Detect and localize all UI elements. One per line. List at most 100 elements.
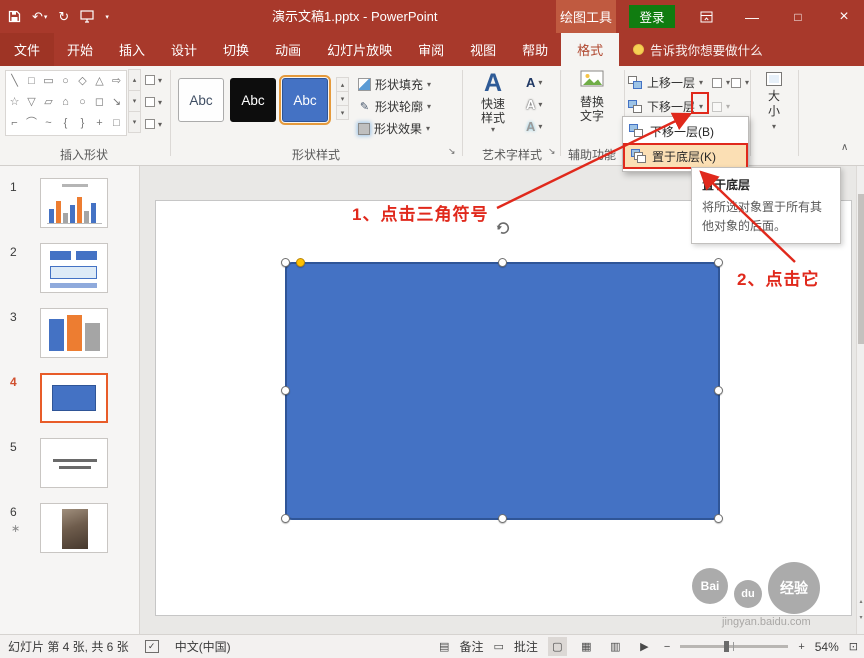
- shape-gallery-item[interactable]: ⌒: [23, 113, 40, 134]
- language-indicator[interactable]: 中文(中国): [175, 638, 231, 655]
- tab-file[interactable]: 文件: [0, 33, 54, 66]
- slide-thumbnail-4-selected[interactable]: [40, 373, 108, 423]
- rotate-handle[interactable]: [494, 219, 512, 238]
- zoom-level[interactable]: 54%: [815, 640, 839, 654]
- start-slideshow-icon[interactable]: [80, 10, 94, 23]
- shape-gallery-item[interactable]: □: [23, 71, 40, 92]
- resize-handle-bottom-left[interactable]: [281, 514, 290, 523]
- tab-review[interactable]: 审阅: [405, 33, 457, 66]
- align-button[interactable]: ▾: [712, 73, 730, 92]
- tab-design[interactable]: 设计: [158, 33, 210, 66]
- previous-slide-icon[interactable]: ▴: [857, 598, 864, 605]
- spellcheck-icon[interactable]: ✓: [144, 640, 159, 653]
- resize-handle-top-left[interactable]: [281, 258, 290, 267]
- notes-toggle[interactable]: 备注: [459, 638, 483, 655]
- shape-gallery-item[interactable]: ☆: [6, 92, 23, 113]
- collapse-ribbon-icon[interactable]: ∧: [841, 142, 848, 153]
- tab-animations[interactable]: 动画: [262, 33, 314, 66]
- slide-thumbnail-5[interactable]: [40, 438, 108, 488]
- slide-thumbnail-3[interactable]: [40, 308, 108, 358]
- scrollbar-thumb[interactable]: [858, 194, 864, 344]
- next-slide-icon[interactable]: ▾: [857, 614, 864, 621]
- maximize-button[interactable]: □: [780, 0, 816, 33]
- shape-gallery-item[interactable]: {: [57, 113, 74, 134]
- shape-styles-dialog-launcher-icon[interactable]: ↘: [448, 146, 456, 157]
- shape-gallery-item[interactable]: ⇨: [108, 71, 125, 92]
- slide-thumbnail-2[interactable]: [40, 243, 108, 293]
- shape-gallery-item[interactable]: △: [91, 71, 108, 92]
- undo-dropdown-icon[interactable]: ▾: [44, 13, 48, 21]
- resize-handle-middle-right[interactable]: [714, 386, 723, 395]
- normal-view-icon[interactable]: ▢: [547, 637, 567, 656]
- shape-gallery-item[interactable]: ▽: [23, 92, 40, 113]
- redo-icon[interactable]: ↻: [58, 9, 69, 25]
- tab-insert[interactable]: 插入: [106, 33, 158, 66]
- style-more-icon[interactable]: ▾: [336, 105, 349, 120]
- group-button[interactable]: ▾: [712, 97, 730, 116]
- resize-handle-bottom-center[interactable]: [498, 514, 507, 523]
- sign-in-button[interactable]: 登录: [629, 5, 675, 28]
- text-fill-button[interactable]: A ▾: [526, 75, 542, 90]
- reading-view-icon[interactable]: ▥: [606, 637, 625, 656]
- shape-style-preset-1[interactable]: Abc: [178, 78, 224, 122]
- save-icon[interactable]: [8, 10, 21, 23]
- size-group-button[interactable]: 大小 ▾: [752, 72, 796, 131]
- fit-to-window-icon[interactable]: ⊡: [849, 640, 858, 653]
- blue-rounded-rectangle-shape[interactable]: [285, 262, 720, 520]
- zoom-slider-thumb[interactable]: [723, 641, 729, 652]
- shape-gallery-item[interactable]: ○: [74, 92, 91, 113]
- text-effects-button[interactable]: A ▾: [526, 119, 542, 134]
- shape-gallery-item[interactable]: ╲: [6, 71, 23, 92]
- shape-gallery-item[interactable]: }: [74, 113, 91, 134]
- bring-forward-button[interactable]: 上移一层 ▾: [628, 73, 703, 92]
- shape-gallery-item[interactable]: ↘: [108, 92, 125, 113]
- comments-icon[interactable]: ▭: [493, 640, 503, 653]
- resize-handle-bottom-right[interactable]: [714, 514, 723, 523]
- shape-fill-button[interactable]: 形状填充 ▾: [358, 75, 431, 94]
- shape-gallery-item[interactable]: ▭: [40, 71, 57, 92]
- shape-gallery-item[interactable]: ~: [40, 113, 57, 134]
- qat-customize-icon[interactable]: ▾: [105, 13, 109, 21]
- tab-help[interactable]: 帮助: [509, 33, 561, 66]
- shape-effects-button[interactable]: 形状效果 ▾: [358, 119, 430, 138]
- dropdown-icon[interactable]: ▾: [699, 78, 703, 87]
- comments-toggle[interactable]: 批注: [514, 638, 538, 655]
- shape-gallery-item[interactable]: □: [108, 113, 125, 134]
- edit-shape-button[interactable]: ▾: [145, 75, 162, 85]
- gallery-more-icon[interactable]: ▾: [128, 111, 141, 133]
- gallery-scroll-up-icon[interactable]: ▴: [128, 69, 141, 91]
- shape-outline-button[interactable]: ✎ 形状轮廓 ▾: [358, 97, 431, 116]
- merge-shapes-button[interactable]: ▾: [145, 119, 162, 129]
- shape-gallery-item[interactable]: ◇: [74, 71, 91, 92]
- quick-styles-button[interactable]: A 快速样式 ▾: [468, 69, 518, 134]
- slide-thumbnail-6[interactable]: [40, 503, 108, 553]
- adjust-handle[interactable]: [296, 258, 305, 267]
- shape-gallery-item[interactable]: ⌐: [6, 113, 23, 134]
- resize-handle-top-right[interactable]: [714, 258, 723, 267]
- text-outline-button[interactable]: A ▾: [526, 97, 542, 112]
- style-scroll-down-icon[interactable]: ▾: [336, 91, 349, 106]
- tab-slideshow[interactable]: 幻灯片放映: [314, 33, 405, 66]
- alt-text-button[interactable]: 替换文字: [566, 70, 618, 123]
- minimize-button[interactable]: —: [734, 0, 770, 33]
- notes-icon[interactable]: ▤: [439, 640, 449, 653]
- tab-transitions[interactable]: 切换: [210, 33, 262, 66]
- shape-style-preset-3-selected[interactable]: Abc: [279, 75, 331, 125]
- shape-gallery-item[interactable]: ⌂: [57, 92, 74, 113]
- rotate-button[interactable]: ▾: [731, 73, 749, 92]
- slide-sorter-view-icon[interactable]: ▦: [577, 637, 596, 656]
- gallery-scroll-down-icon[interactable]: ▾: [128, 90, 141, 112]
- shape-gallery-item[interactable]: ◻: [91, 92, 108, 113]
- contextual-tab-group-drawing-tools[interactable]: 绘图工具: [556, 0, 616, 33]
- shape-gallery-item[interactable]: ▱: [40, 92, 57, 113]
- resize-handle-middle-left[interactable]: [281, 386, 290, 395]
- close-button[interactable]: ×: [826, 0, 862, 33]
- menu-item-send-to-back[interactable]: 置于底层(K): [623, 143, 748, 169]
- shape-gallery-item[interactable]: +: [91, 113, 108, 134]
- undo-icon[interactable]: ↶ ▾: [32, 9, 47, 25]
- ribbon-display-options-icon[interactable]: [688, 0, 724, 33]
- vertical-scrollbar[interactable]: ▴ ▾: [856, 166, 864, 634]
- shape-style-preset-2[interactable]: Abc: [230, 78, 276, 122]
- tell-me-box[interactable]: 告诉我你想要做什么: [633, 33, 763, 66]
- text-box-button[interactable]: ▾: [145, 97, 162, 107]
